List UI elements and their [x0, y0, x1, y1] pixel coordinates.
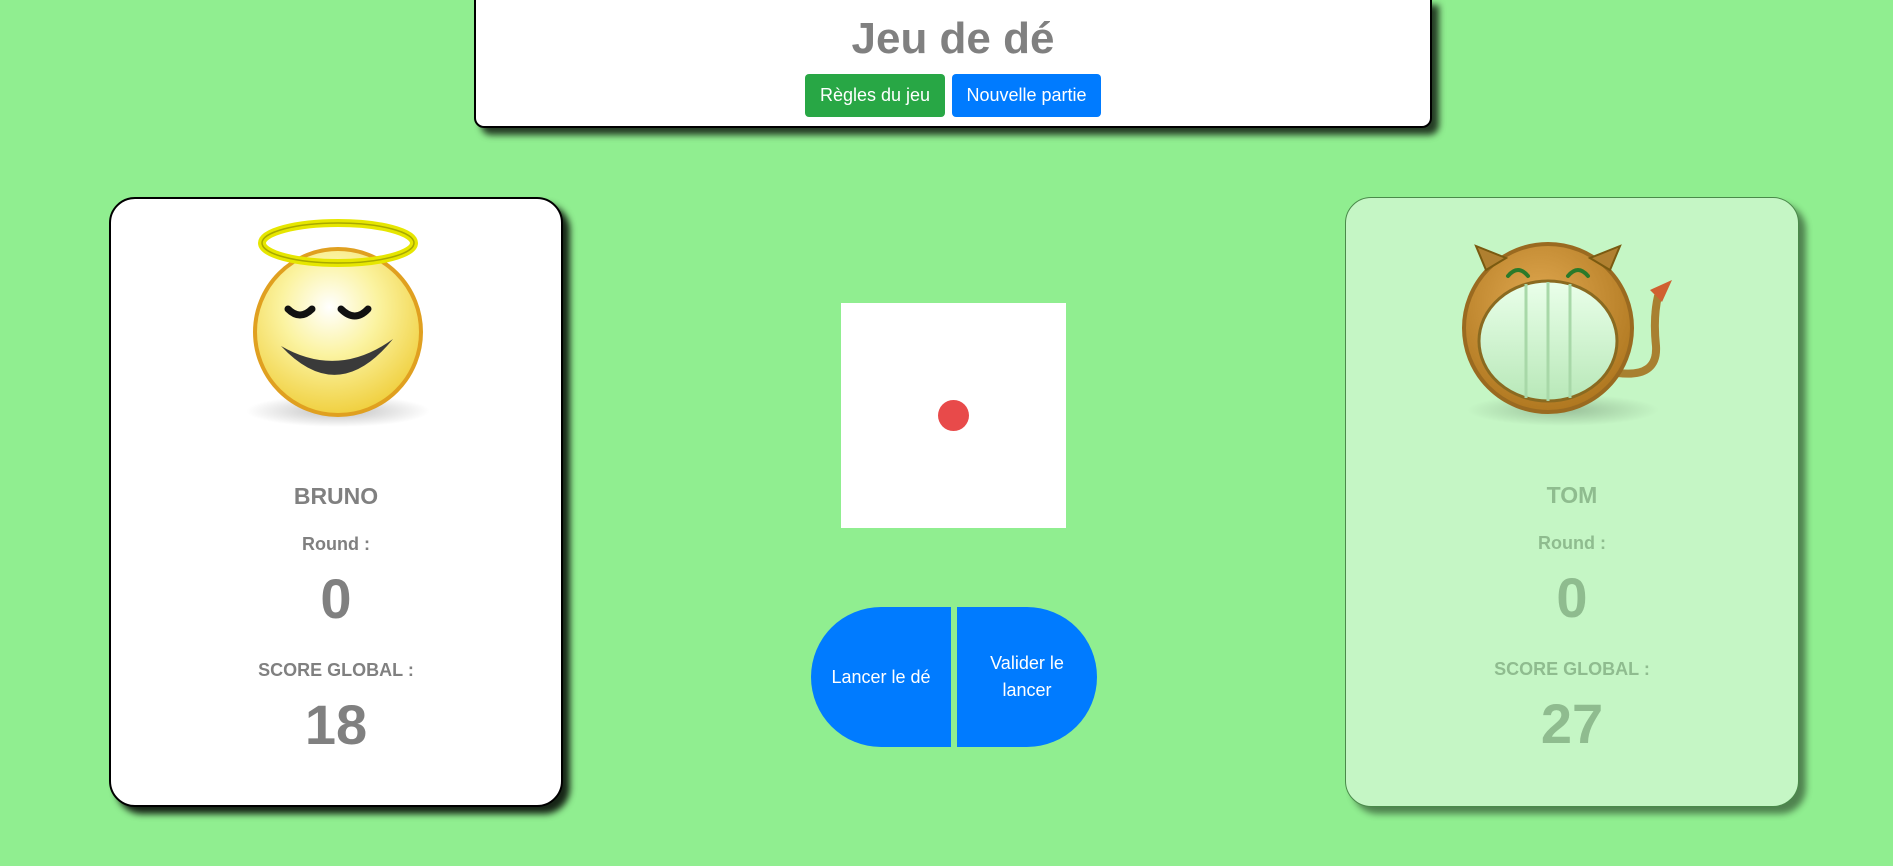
- round-score: 0: [320, 567, 352, 630]
- global-score-label: SCORE GLOBAL :: [1494, 659, 1650, 679]
- devil-smiley-icon: [1462, 242, 1672, 426]
- rules-button[interactable]: Règles du jeu: [805, 74, 945, 117]
- player-name: TOM: [1546, 482, 1598, 508]
- player-card-2: TOM Round : 0 SCORE GLOBAL : 27: [1345, 197, 1799, 807]
- angel-smiley-icon: [246, 219, 430, 427]
- global-score: 18: [304, 693, 368, 756]
- global-score-label: SCORE GLOBAL :: [258, 660, 414, 680]
- header-panel: Jeu de dé Règles du jeu Nouvelle partie: [474, 0, 1432, 128]
- hold-button[interactable]: Valider le lancer: [957, 607, 1097, 747]
- die: [841, 303, 1066, 528]
- global-score: 27: [1540, 692, 1604, 755]
- header-buttons: Règles du jeu Nouvelle partie: [476, 74, 1430, 117]
- roll-die-button[interactable]: Lancer le dé: [811, 607, 951, 747]
- new-game-button[interactable]: Nouvelle partie: [952, 74, 1101, 117]
- die-pip: [938, 400, 969, 431]
- page-title: Jeu de dé: [851, 14, 1055, 63]
- round-label: Round :: [302, 534, 370, 554]
- round-score: 0: [1556, 566, 1588, 629]
- player-name: BRUNO: [293, 483, 379, 509]
- player-card-1: BRUNO Round : 0 SCORE GLOBAL : 18: [109, 197, 563, 807]
- round-label: Round :: [1538, 533, 1606, 553]
